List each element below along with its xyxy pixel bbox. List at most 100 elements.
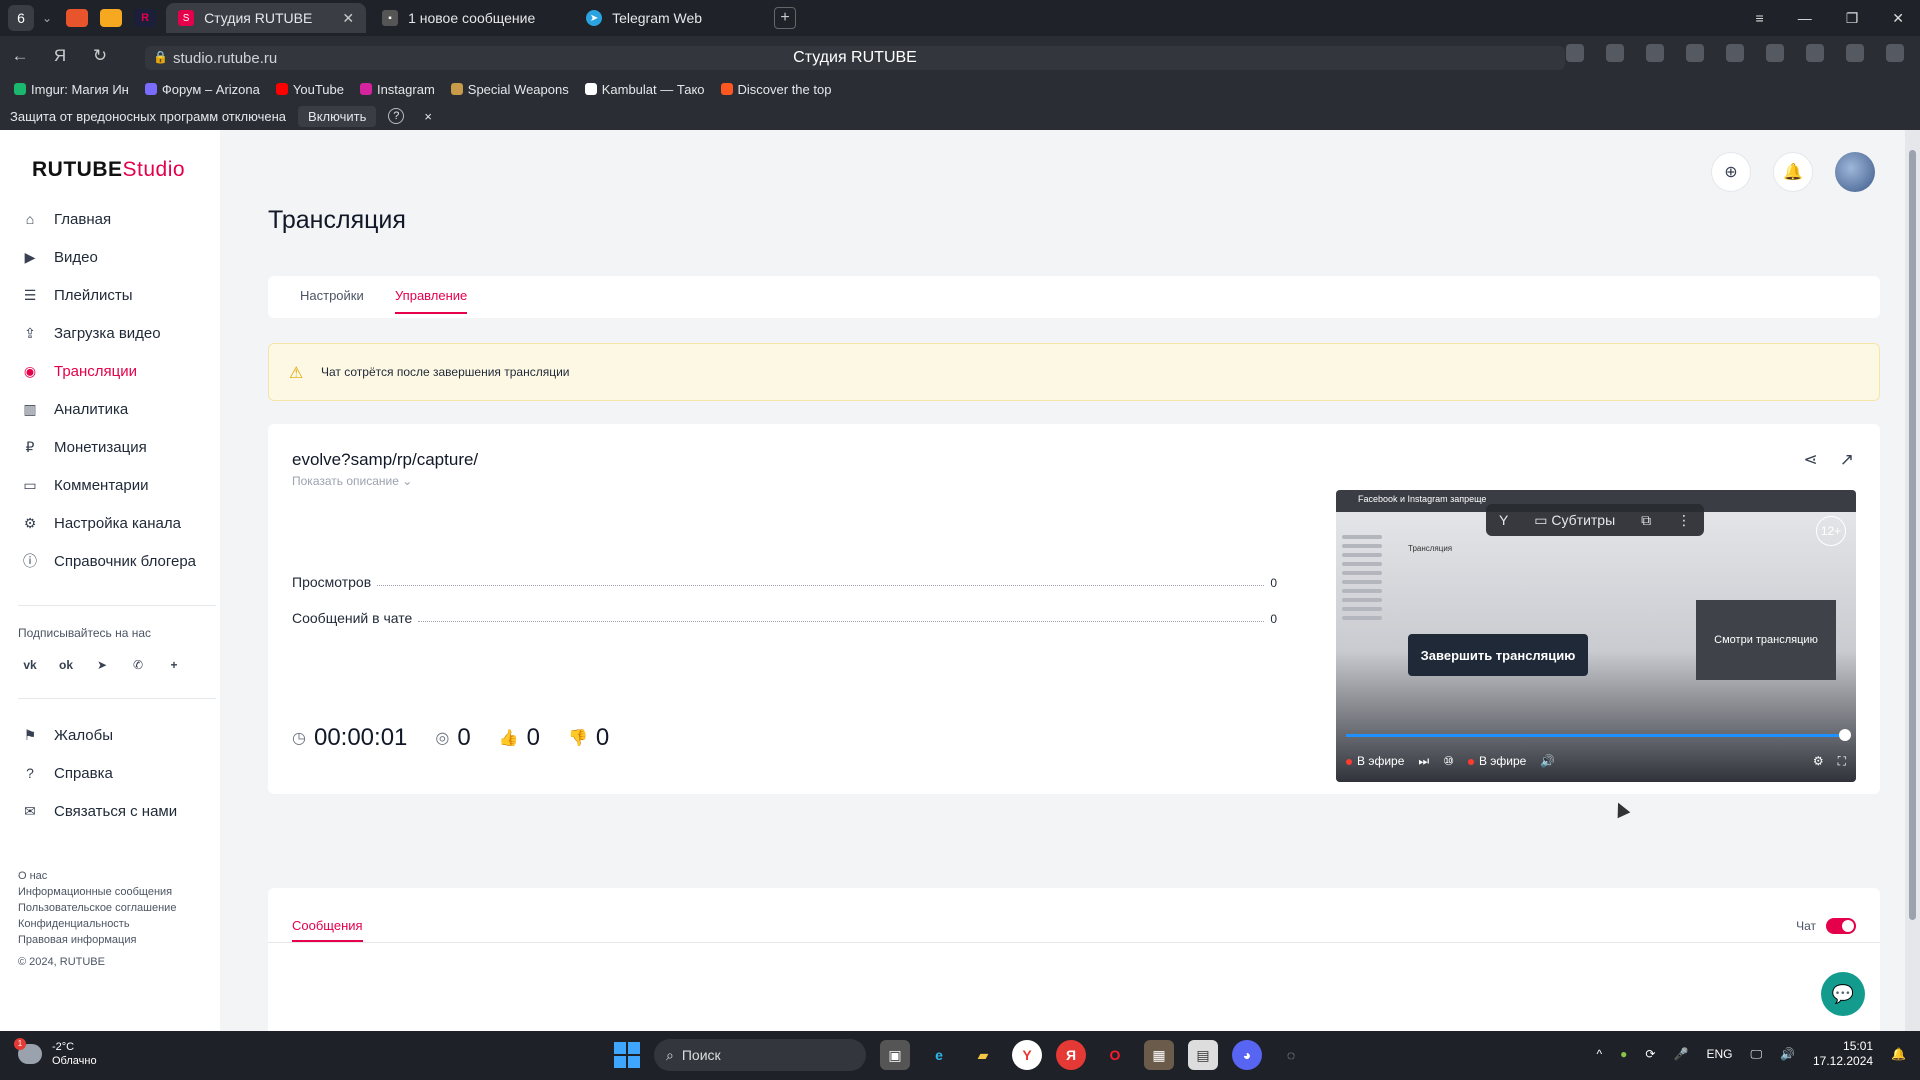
bookmark-icon[interactable] (1566, 44, 1584, 62)
show-description-toggle[interactable]: Показать описание ⌄ (292, 474, 412, 488)
extensions-icon[interactable] (1846, 44, 1864, 62)
yandex-icon[interactable]: Y (1499, 512, 1508, 528)
extension-icon[interactable] (1766, 44, 1784, 62)
share-icon[interactable]: ⋖ (1804, 450, 1818, 470)
reload-icon[interactable]: ↻ (80, 46, 120, 66)
yandex-icon[interactable]: Я (40, 46, 80, 66)
ok-icon[interactable]: ok (58, 657, 74, 673)
more-icon[interactable]: + (166, 657, 182, 673)
more-icon[interactable] (1606, 44, 1624, 62)
sidebar-item-flag[interactable]: ⚑ Жалобы (0, 716, 220, 754)
folder-icon[interactable]: ▰ (968, 1040, 998, 1070)
tab-count-button[interactable]: 6 (8, 5, 34, 31)
sidebar-item-comments[interactable]: ▭ Комментарии (0, 466, 220, 504)
sidebar-item-gear[interactable]: ⚙ Настройка канала (0, 504, 220, 542)
settings-icon[interactable]: ⚙ (1813, 754, 1824, 768)
windows-start-icon[interactable] (614, 1042, 640, 1068)
yandex-browser-icon[interactable]: Y (1012, 1040, 1042, 1070)
sync-icon[interactable]: ⟳ (1645, 1047, 1655, 1061)
extension-icon[interactable] (1646, 44, 1664, 62)
bookmark-item[interactable]: Discover the top (720, 82, 831, 97)
tab-messages[interactable]: Сообщения (292, 918, 363, 942)
game-icon[interactable]: ▦ (1144, 1040, 1174, 1070)
progress-bar[interactable] (1346, 734, 1846, 737)
bookmark-item[interactable]: Special Weapons (450, 82, 569, 97)
bookmark-item[interactable]: Kambulat — Тако (584, 82, 705, 97)
support-chat-button[interactable]: 💬 (1821, 972, 1865, 1016)
close-window-icon[interactable]: ✕ (1892, 10, 1904, 27)
tab-settings[interactable]: Настройки (300, 288, 364, 303)
help-icon[interactable]: ? (388, 108, 405, 124)
bell-icon[interactable]: 🔔 (1773, 152, 1813, 192)
tab-studio-rutube[interactable]: S Студия RUTUBE ✕ (166, 3, 367, 33)
discord-icon[interactable]: ◕ (1232, 1040, 1262, 1070)
edge-icon[interactable]: e (924, 1040, 954, 1070)
sidebar-item-playlist[interactable]: ☰ Плейлисты (0, 276, 220, 314)
add-video-button[interactable]: ⊕ (1711, 152, 1751, 192)
bookmark-item[interactable]: YouTube (275, 82, 344, 97)
volume-icon[interactable]: 🔊 (1780, 1047, 1795, 1061)
viber-icon[interactable]: ✆ (130, 657, 146, 673)
sidebar-item-mail[interactable]: ✉ Связаться с нами (0, 792, 220, 830)
new-tab-button[interactable]: + (774, 7, 797, 29)
end-stream-button[interactable]: Завершить трансляцию (1408, 634, 1588, 676)
language-indicator[interactable]: ENG (1706, 1047, 1732, 1061)
pinned-tab-icon[interactable] (100, 9, 123, 27)
download-icon[interactable] (1886, 44, 1904, 62)
close-icon[interactable]: ✕ (342, 10, 354, 27)
skip-icon[interactable]: ⏭ (1418, 754, 1429, 769)
bookmark-item[interactable]: Форум – Arizona (144, 82, 260, 97)
footer-link-info[interactable]: Информационные сообщения (18, 884, 176, 900)
sidebar-item-upload[interactable]: ⇪ Загрузка видео (0, 314, 220, 352)
bookmark-item[interactable]: Imgur: Магия Ин (14, 82, 129, 97)
weather-widget[interactable]: 1 -2°C Облачно (14, 1038, 97, 1068)
sidebar-item-home[interactable]: ⌂ Главная (0, 200, 220, 238)
tab-management[interactable]: Управление (395, 288, 468, 314)
subtitles-button[interactable]: ▭ Субтитры (1534, 512, 1615, 529)
extension-icon[interactable] (1726, 44, 1744, 62)
back-icon[interactable]: ← (0, 46, 40, 66)
sidebar-item-video[interactable]: ▶ Видео (0, 238, 220, 276)
enable-protection-button[interactable]: Включить (298, 105, 377, 127)
yandex-icon[interactable]: Я (1056, 1040, 1086, 1070)
sidebar-item-help[interactable]: ? Справка (0, 754, 220, 792)
footer-link-terms[interactable]: Пользовательское соглашение (18, 900, 176, 916)
chevron-up-icon[interactable]: ^ (1597, 1047, 1603, 1061)
rewind-10-icon[interactable]: ⑩ (1443, 754, 1454, 768)
tray-app-icon[interactable]: ● (1620, 1047, 1627, 1061)
pinned-tab-icon[interactable] (66, 9, 89, 27)
url-field[interactable]: 🔒 studio.rutube.ru Студия RUTUBE (145, 46, 1565, 70)
task-view-icon[interactable]: ▣ (880, 1040, 910, 1070)
network-icon[interactable]: 🖵 (1750, 1047, 1762, 1062)
vk-icon[interactable]: vk (22, 657, 38, 673)
notifications-icon[interactable]: 🔔 (1891, 1047, 1906, 1061)
chat-switch[interactable] (1826, 918, 1856, 934)
tab-telegram-web[interactable]: ➤ Telegram Web (574, 3, 764, 33)
external-link-icon[interactable]: ↗ (1840, 450, 1854, 470)
more-vertical-icon[interactable]: ⋮ (1677, 512, 1691, 529)
mic-icon[interactable]: 🎤 (1673, 1047, 1688, 1061)
tab-new-message[interactable]: ▪ 1 новое сообщение (370, 3, 570, 33)
sidebar-item-analytics[interactable]: ▥ Аналитика (0, 390, 220, 428)
restore-icon[interactable]: ❐ (1846, 10, 1859, 27)
fullscreen-icon[interactable]: ⛶ (1838, 754, 1846, 769)
pinned-tab-rutube-icon[interactable]: R (134, 9, 157, 27)
play-icon[interactable] (1806, 44, 1824, 62)
page-scrollbar[interactable] (1905, 130, 1920, 1031)
opera-icon[interactable]: O (1100, 1040, 1130, 1070)
avatar[interactable] (1835, 152, 1875, 192)
taskbar-search[interactable]: ⌕ Поиск (654, 1039, 866, 1071)
sidebar-item-broadcast[interactable]: ◉ Трансляции (0, 352, 220, 390)
progress-knob[interactable] (1839, 729, 1851, 741)
sidebar-item-monetization[interactable]: ₽ Монетизация (0, 428, 220, 466)
footer-link-legal[interactable]: Правовая информация (18, 932, 176, 948)
bookmark-item[interactable]: Instagram (359, 82, 435, 97)
steam-icon[interactable]: ◌ (1276, 1040, 1306, 1070)
minimize-icon[interactable]: — (1798, 10, 1812, 26)
scrollbar-thumb[interactable] (1909, 150, 1916, 920)
footer-link-privacy[interactable]: Конфиденциальность (18, 916, 176, 932)
chevron-down-icon[interactable]: ⌄ (42, 11, 52, 25)
footer-link-about[interactable]: О нас (18, 868, 176, 884)
clock[interactable]: 15:01 17.12.2024 (1813, 1039, 1873, 1069)
volume-icon[interactable]: 🔊 (1540, 754, 1555, 768)
